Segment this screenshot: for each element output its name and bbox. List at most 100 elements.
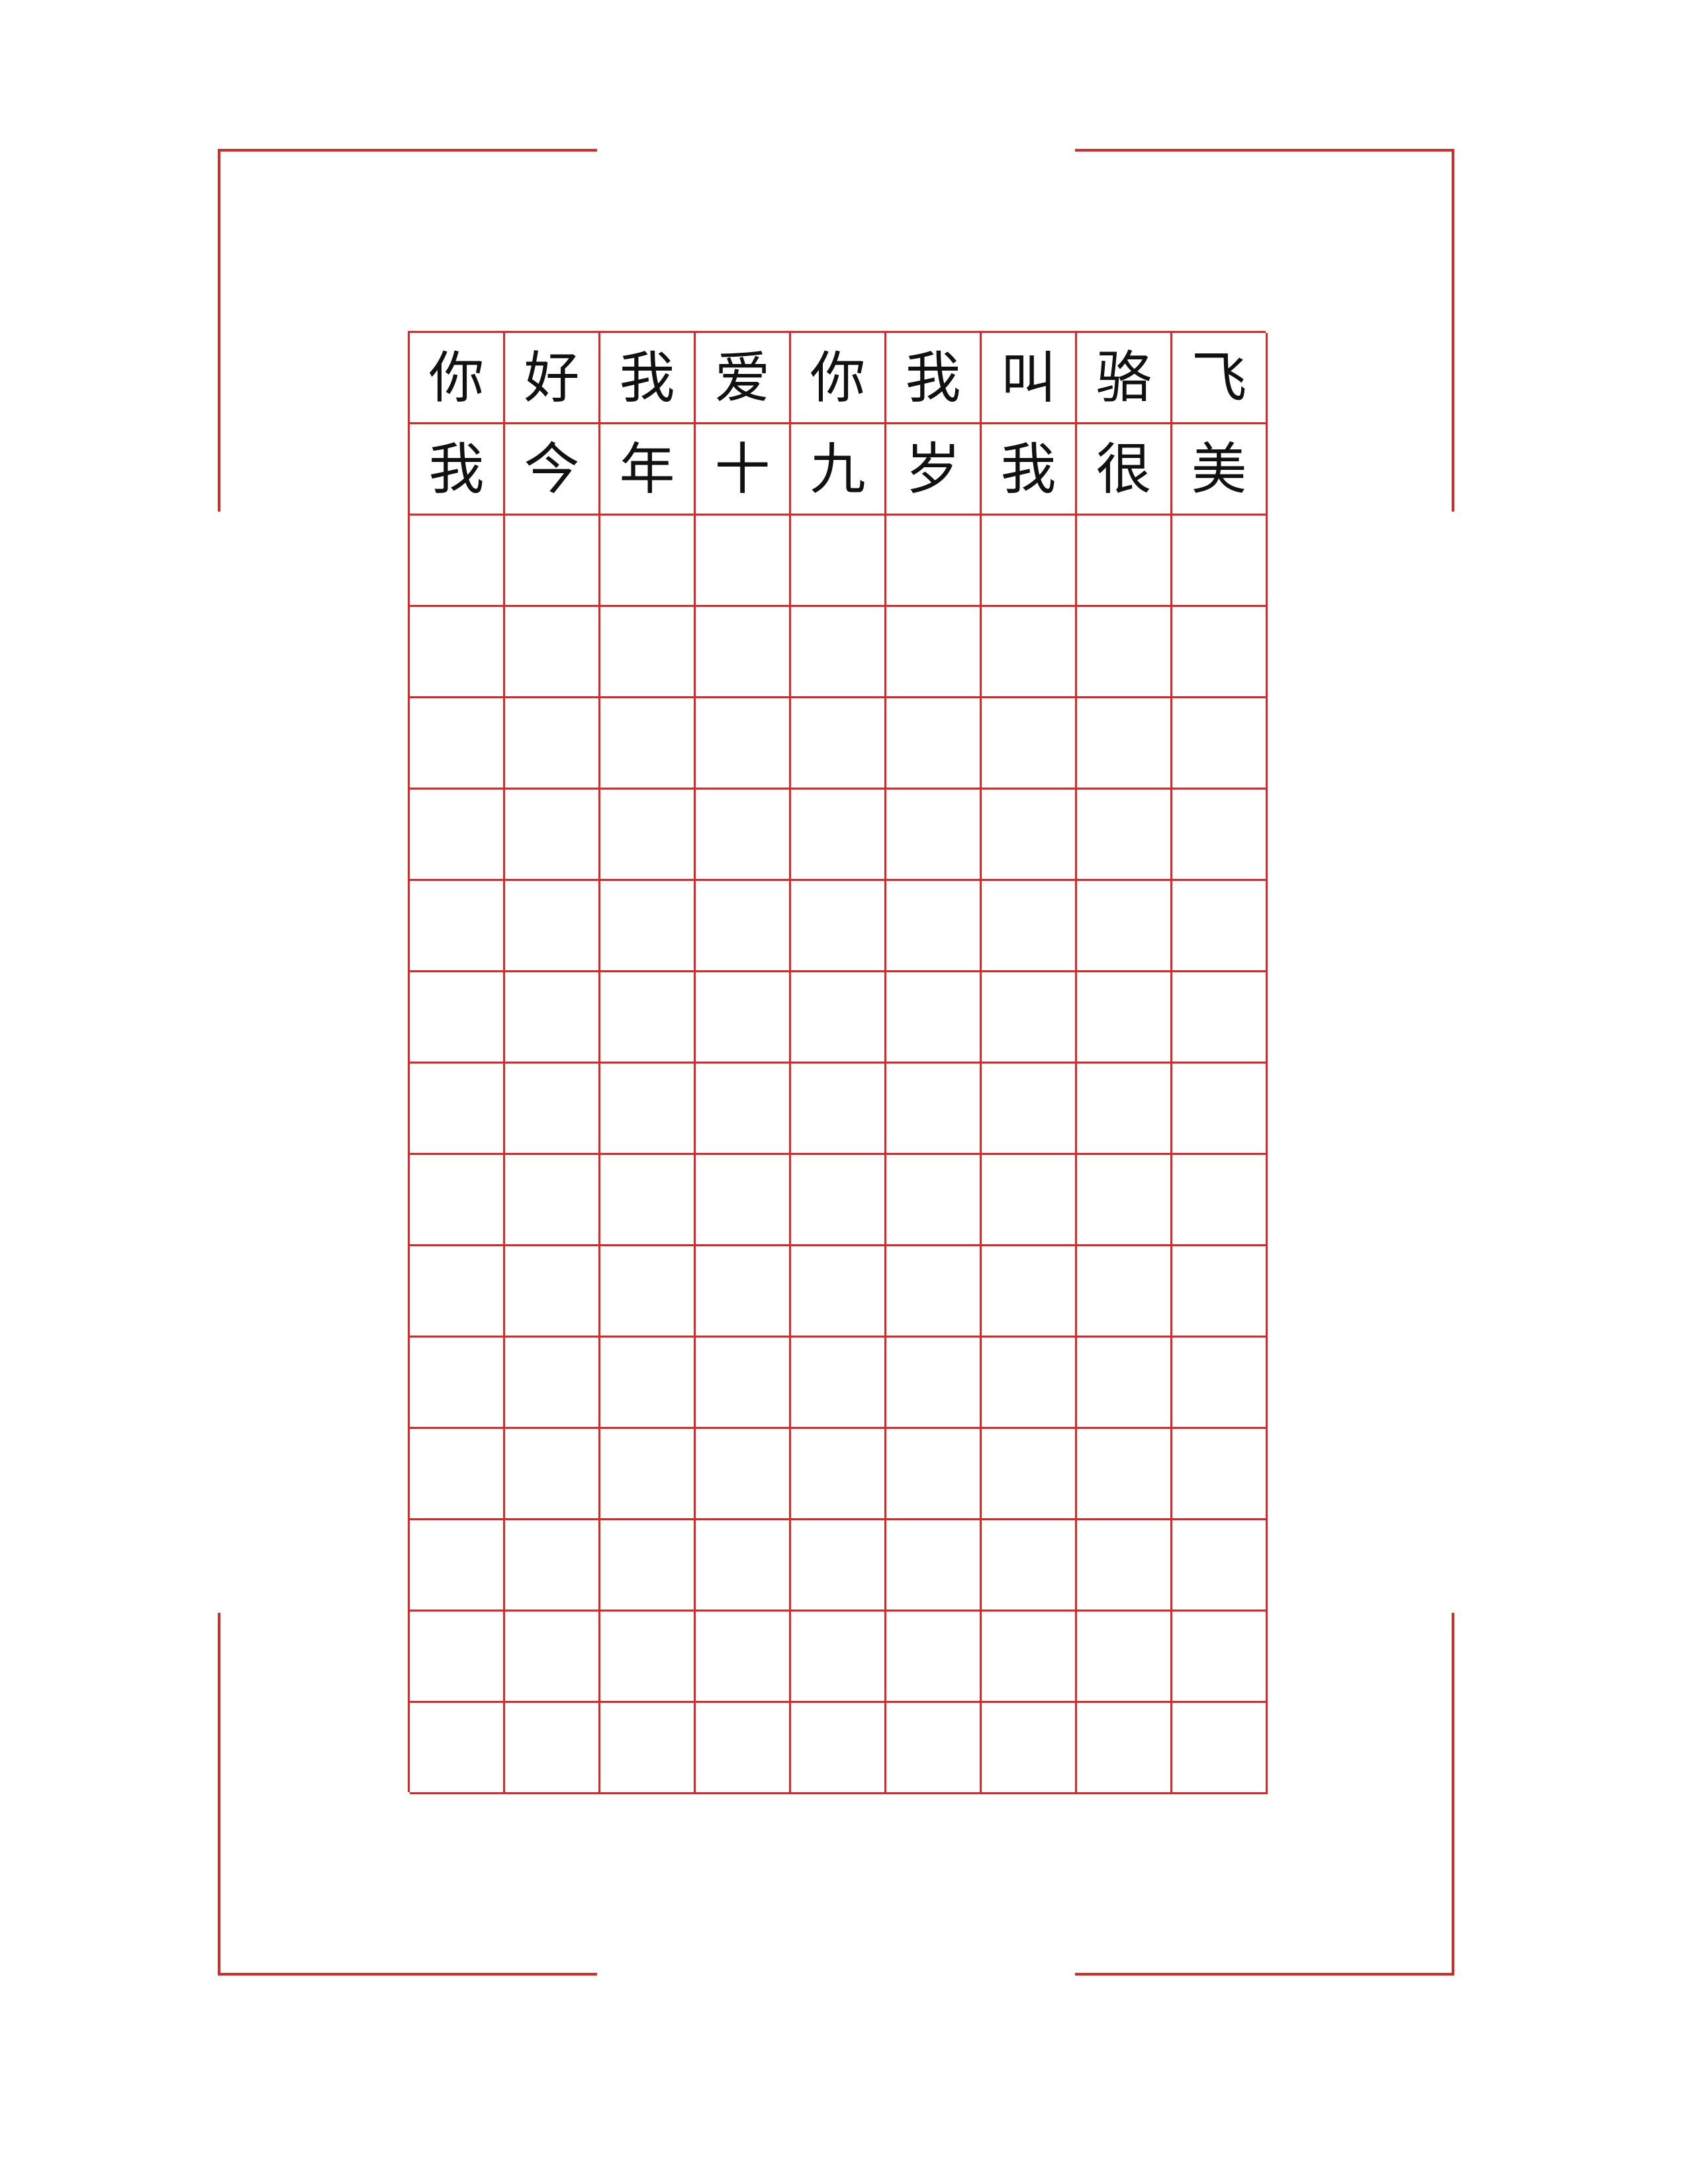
grid-cell	[1172, 1429, 1268, 1520]
grid-cell	[982, 1246, 1077, 1338]
grid-cell	[696, 1155, 791, 1246]
grid-cell	[600, 1338, 696, 1429]
grid-cell	[505, 516, 600, 607]
grid-cell: 骆	[1077, 333, 1172, 424]
grid-cell	[410, 1520, 505, 1612]
grid-cell	[886, 607, 982, 698]
grid-cell	[505, 972, 600, 1064]
grid-cell	[696, 881, 791, 972]
grid-cell	[886, 1703, 982, 1794]
grid-cell	[410, 1703, 505, 1794]
grid-cell	[1172, 698, 1268, 790]
grid-cell	[791, 1155, 886, 1246]
grid-cell	[1172, 881, 1268, 972]
grid-cell	[982, 607, 1077, 698]
grid-cell	[505, 881, 600, 972]
grid-cell	[600, 607, 696, 698]
grid-cell	[886, 881, 982, 972]
grid-cell	[791, 1703, 886, 1794]
grid-cell	[1172, 1155, 1268, 1246]
character-grid: 你好我爱你我叫骆飞我今年十九岁我很美	[408, 331, 1268, 1794]
grid-cell: 很	[1077, 424, 1172, 516]
grid-cell	[982, 790, 1077, 881]
grid-cell	[982, 1612, 1077, 1703]
grid-cell	[600, 1246, 696, 1338]
grid-cell	[1172, 1064, 1268, 1155]
grid-cell	[1077, 881, 1172, 972]
grid-cell	[886, 516, 982, 607]
grid-cell	[696, 972, 791, 1064]
grid-cell	[982, 698, 1077, 790]
grid-cell	[410, 607, 505, 698]
grid-cell	[410, 516, 505, 607]
grid-cell: 爱	[696, 333, 791, 424]
grid-cell	[600, 698, 696, 790]
grid-cell	[1077, 1246, 1172, 1338]
grid-cell	[505, 607, 600, 698]
grid-cell	[410, 790, 505, 881]
grid-cell	[1172, 790, 1268, 881]
grid-cell	[505, 1703, 600, 1794]
grid-cell	[1172, 607, 1268, 698]
grid-cell	[696, 1064, 791, 1155]
grid-cell	[982, 516, 1077, 607]
grid-cell	[505, 698, 600, 790]
grid-cell	[886, 790, 982, 881]
grid-cell: 今	[505, 424, 600, 516]
grid-cell	[410, 1338, 505, 1429]
grid-cell	[1077, 1155, 1172, 1246]
grid-cell: 好	[505, 333, 600, 424]
grid-cell	[600, 972, 696, 1064]
grid-cell: 我	[600, 333, 696, 424]
grid-cell	[1172, 1520, 1268, 1612]
grid-cell	[410, 698, 505, 790]
grid-cell	[600, 1612, 696, 1703]
grid-cell	[410, 972, 505, 1064]
grid-cell	[410, 1064, 505, 1155]
grid-cell	[1077, 1064, 1172, 1155]
grid-cell	[696, 1429, 791, 1520]
grid-cell	[791, 698, 886, 790]
grid-cell	[505, 1064, 600, 1155]
grid-cell	[505, 1155, 600, 1246]
grid-cell	[600, 790, 696, 881]
grid-cell	[505, 1246, 600, 1338]
grid-cell	[696, 790, 791, 881]
grid-cell	[1077, 516, 1172, 607]
grid-cell	[982, 1155, 1077, 1246]
grid-cell	[505, 1520, 600, 1612]
grid-cell	[505, 1612, 600, 1703]
grid-cell	[600, 881, 696, 972]
grid-cell	[1077, 607, 1172, 698]
grid-cell	[791, 1064, 886, 1155]
grid-cell	[886, 1612, 982, 1703]
grid-cell	[886, 1429, 982, 1520]
grid-cell	[696, 1612, 791, 1703]
grid-cell	[1172, 1338, 1268, 1429]
grid-cell	[1077, 1338, 1172, 1429]
grid-cell	[600, 1520, 696, 1612]
grid-cell: 我	[886, 333, 982, 424]
grid-cell	[410, 1155, 505, 1246]
grid-cell	[1172, 1612, 1268, 1703]
grid-cell	[791, 972, 886, 1064]
grid-cell	[791, 1520, 886, 1612]
grid-cell	[600, 1064, 696, 1155]
grid-cell	[1077, 1429, 1172, 1520]
writing-grid-page: 你好我爱你我叫骆飞我今年十九岁我很美	[0, 0, 1688, 2184]
grid-cell	[696, 1520, 791, 1612]
grid-cell	[600, 1429, 696, 1520]
grid-cell	[982, 1703, 1077, 1794]
grid-cell	[982, 1429, 1077, 1520]
grid-cell	[410, 1246, 505, 1338]
grid-cell	[982, 1338, 1077, 1429]
grid-cell	[791, 516, 886, 607]
grid-cell	[886, 1064, 982, 1155]
grid-cell	[791, 1612, 886, 1703]
grid-cell	[410, 881, 505, 972]
grid-cell	[696, 698, 791, 790]
grid-cell	[1077, 972, 1172, 1064]
grid-cell: 飞	[1172, 333, 1268, 424]
grid-cell	[886, 972, 982, 1064]
grid-cell	[886, 698, 982, 790]
